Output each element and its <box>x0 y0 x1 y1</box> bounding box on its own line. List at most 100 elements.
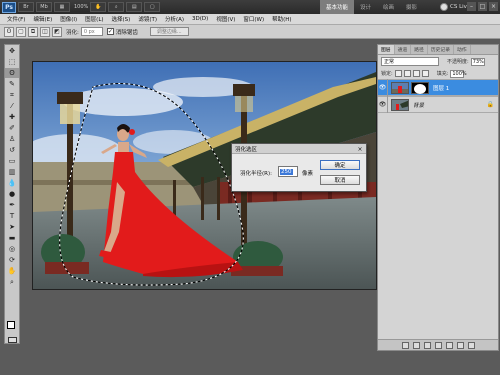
new-layer-icon[interactable] <box>456 341 464 349</box>
layer-row-background[interactable]: 👁 背景 🔒 <box>378 96 498 113</box>
close-icon[interactable]: × <box>356 145 364 153</box>
pen-tool-icon[interactable]: ✒ <box>5 200 19 210</box>
eraser-tool-icon[interactable]: ▭ <box>5 156 19 166</box>
layer-thumbnail <box>391 81 409 94</box>
gradient-tool-icon[interactable]: ▥ <box>5 167 19 177</box>
new-selection-icon[interactable]: ▢ <box>16 26 26 37</box>
workspace-photography[interactable]: 摄影 <box>400 0 423 14</box>
cancel-button[interactable]: 取消 <box>320 175 360 185</box>
layer-name: 图层 1 <box>433 85 450 92</box>
zoom-level[interactable]: 100% <box>74 4 88 10</box>
lasso-tool-icon[interactable]: ʘ <box>5 68 19 78</box>
quick-mask-icon[interactable] <box>8 337 17 343</box>
menu-analysis[interactable]: 分析(A) <box>161 15 188 23</box>
antialias-label: 消除锯齿 <box>115 29 138 36</box>
options-bar: ʘ ▢ ⧉ ◫ ◩ 羽化: 0 px ✓ 消除锯齿 调整边缘... <box>0 25 500 39</box>
refine-edge-button[interactable]: 调整边缘... <box>149 27 189 36</box>
tab-history[interactable]: 历史记录 <box>428 45 455 54</box>
antialias-checkbox[interactable]: ✓ <box>106 28 114 35</box>
intersect-selection-icon[interactable]: ◩ <box>52 26 62 37</box>
quick-select-tool-icon[interactable]: ✎ <box>5 79 19 89</box>
opacity-field[interactable]: 73% <box>470 57 485 66</box>
3d-rotate-tool-icon[interactable]: ◎ <box>5 244 19 254</box>
menu-select[interactable]: 选择(S) <box>108 15 135 23</box>
lock-transparent-icon[interactable] <box>394 70 402 77</box>
shape-tool-icon[interactable]: ▬ <box>5 233 19 243</box>
maximize-icon[interactable]: □ <box>478 2 487 11</box>
blend-mode-select[interactable]: 正常 <box>381 57 439 66</box>
crop-tool-icon[interactable]: ⌗ <box>5 90 19 100</box>
brush-tool-icon[interactable]: ✐ <box>5 123 19 133</box>
lock-image-icon[interactable] <box>403 70 411 77</box>
hand-tool-icon[interactable]: ✋ <box>5 266 19 276</box>
arrange-documents-button[interactable]: ▤ <box>126 2 143 12</box>
lasso-preset-icon[interactable]: ʘ <box>4 26 14 37</box>
extras-button[interactable]: ▦ <box>54 2 70 12</box>
fx-icon[interactable] <box>412 341 420 349</box>
eye-icon[interactable]: 👁 <box>378 79 388 96</box>
mini-bridge-button[interactable]: Mb <box>36 2 52 12</box>
feather-radius-input[interactable]: 250 <box>278 166 298 177</box>
menu-edit[interactable]: 编辑(E) <box>29 15 56 23</box>
eye-icon[interactable]: 👁 <box>378 96 388 113</box>
workspace-design[interactable]: 设计 <box>354 0 377 14</box>
clone-stamp-tool-icon[interactable]: ♙ <box>5 134 19 144</box>
history-brush-tool-icon[interactable]: ↺ <box>5 145 19 155</box>
lock-position-icon[interactable] <box>412 70 420 77</box>
layer-row-layer1[interactable]: 👁 图层 1 <box>378 79 498 96</box>
dialog-title: 羽化选区 <box>232 144 366 154</box>
fill-field[interactable]: 100% <box>450 69 467 78</box>
adjustment-layer-icon[interactable] <box>434 341 442 349</box>
type-tool-icon[interactable]: T <box>5 211 19 221</box>
subtract-selection-icon[interactable]: ◫ <box>40 26 50 37</box>
ok-button[interactable]: 确定 <box>320 160 360 170</box>
screen-mode-button[interactable]: ▢ <box>144 2 161 12</box>
workspace-essentials[interactable]: 基本功能 <box>320 0 355 14</box>
menu-layer[interactable]: 图层(L) <box>81 15 107 23</box>
cs-live-icon <box>440 3 448 11</box>
path-select-tool-icon[interactable]: ➤ <box>5 222 19 232</box>
add-mask-icon[interactable] <box>423 341 431 349</box>
tab-layers[interactable]: 图层 <box>378 45 395 54</box>
close-icon[interactable]: × <box>489 2 498 11</box>
3d-orbit-tool-icon[interactable]: ⟳ <box>5 255 19 265</box>
feather-radius-value: 250 <box>280 168 293 175</box>
menu-filter[interactable]: 滤镜(T) <box>134 15 161 23</box>
zoom-tool-button[interactable]: ⌕ <box>108 2 125 12</box>
foreground-color-swatch[interactable] <box>7 321 15 329</box>
dodge-tool-icon[interactable]: ● <box>5 189 19 199</box>
photoshop-logo-icon: Ps <box>2 1 16 13</box>
eyedropper-tool-icon[interactable]: ⁄ <box>5 101 19 111</box>
feather-field[interactable]: 0 px <box>80 27 103 36</box>
menu-3d[interactable]: 3D(D) <box>188 16 212 22</box>
zoom-tool-icon[interactable]: ⌕ <box>5 277 19 287</box>
feather-label: 羽化: <box>66 29 79 36</box>
menu-window[interactable]: 窗口(W) <box>239 15 268 23</box>
menu-image[interactable]: 图像(I) <box>56 15 81 23</box>
menu-file[interactable]: 文件(F) <box>3 15 29 23</box>
menu-help[interactable]: 帮助(H) <box>268 15 295 23</box>
healing-brush-tool-icon[interactable]: ✚ <box>5 112 19 122</box>
bridge-button[interactable]: Br <box>18 2 34 12</box>
minimize-icon[interactable]: – <box>467 2 476 11</box>
trash-icon[interactable] <box>467 341 475 349</box>
lock-row: 锁定: 填充: 100% <box>378 68 498 79</box>
link-layers-icon[interactable] <box>401 341 409 349</box>
marquee-tool-icon[interactable]: ⬚ <box>5 57 19 67</box>
hand-tool-button[interactable]: ✋ <box>90 2 107 12</box>
blur-tool-icon[interactable]: 💧 <box>5 178 19 188</box>
unit-label: 像素 <box>302 171 314 177</box>
window-controls: – □ × <box>465 2 498 11</box>
layers-panel-tabs: 图层 通道 路径 历史记录 动作 <box>378 45 498 55</box>
tab-channels[interactable]: 通道 <box>395 45 412 54</box>
add-selection-icon[interactable]: ⧉ <box>28 26 38 37</box>
workspace-painting[interactable]: 绘画 <box>377 0 400 14</box>
lock-all-icon[interactable] <box>421 70 429 77</box>
layers-footer <box>378 339 498 350</box>
move-tool-icon[interactable]: ✥ <box>5 46 19 56</box>
group-icon[interactable] <box>445 341 453 349</box>
menu-view[interactable]: 视图(V) <box>212 15 239 23</box>
tab-paths[interactable]: 路径 <box>411 45 428 54</box>
layer-mask-thumbnail[interactable] <box>411 81 429 94</box>
tab-actions[interactable]: 动作 <box>454 45 471 54</box>
